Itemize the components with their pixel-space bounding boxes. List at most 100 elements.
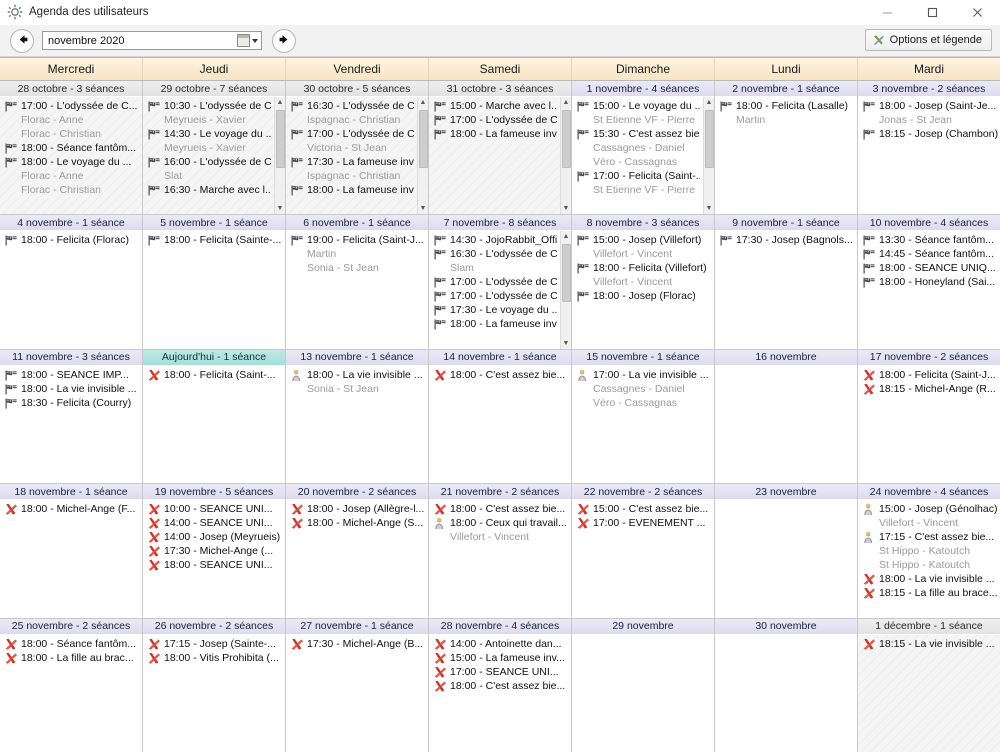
event-item[interactable]: 18:00 - Felicita (Lasalle) [715,99,857,113]
event-item[interactable]: 18:00 - C'est assez bie... [429,679,571,693]
close-icon[interactable] [955,0,1000,24]
day-cell[interactable]: 6 novembre - 1 séance 19:00 - Felicita (S… [286,215,429,349]
day-cell[interactable]: 27 novembre - 1 séance 17:30 - Michel-Ang… [286,618,429,752]
event-item[interactable]: 18:00 - Josep (Florac) [572,289,714,303]
day-cell[interactable]: 1 décembre - 1 séance 18:15 - La vie invi… [858,618,1000,752]
event-item[interactable]: 15:00 - Josep (Génolhac) [858,502,1000,516]
day-cell[interactable]: 28 octobre - 3 séances 17:00 - L'odyssée … [0,81,143,215]
event-item[interactable]: 18:00 - Michel-Ange (S... [286,516,428,530]
event-item[interactable]: 18:00 - SEANCE UNIQ... [858,261,1000,275]
event-item[interactable]: 18:00 - Le voyage du ... [0,155,142,169]
day-cell[interactable]: 17 novembre - 2 séances 18:00 - Felicita … [858,349,1000,484]
event-item[interactable]: 15:30 - C'est assez bie... [572,127,702,141]
event-item[interactable]: 18:00 - Felicita (Florac) [0,233,142,247]
event-item[interactable]: 18:00 - Felicita (Saint-J... [858,368,1000,382]
day-cell[interactable]: 25 novembre - 2 séances 18:00 - Séance fa… [0,618,143,752]
event-item[interactable]: 18:00 - Felicita (Villefort) [572,261,714,275]
day-cell[interactable]: 19 novembre - 5 séances 10:00 - SEANCE UN… [143,484,286,618]
day-cell[interactable]: 10 novembre - 4 séances 13:30 - Séance fa… [858,215,1000,349]
event-item[interactable]: 18:00 - SEANCE UNI... [143,558,285,572]
event-item[interactable]: 18:00 - La vie invisible ... [0,382,142,396]
event-item[interactable]: 18:00 - SEANCE IMP... [0,368,142,382]
event-item[interactable]: 16:30 - Marche avec l... [143,183,273,197]
scroll-up-icon[interactable]: ▲ [274,97,285,108]
event-item[interactable]: 17:00 - Felicita (Saint-... [572,169,702,183]
event-item[interactable]: 17:30 - Le voyage du ... [429,303,559,317]
event-item[interactable]: 18:00 - La fameuse inv... [429,317,559,331]
scroll-down-icon[interactable]: ▼ [274,203,285,215]
event-item[interactable]: 18:15 - Michel-Ange (R... [858,382,1000,396]
day-cell[interactable]: 8 novembre - 3 séances 15:00 - Josep (Vil… [572,215,715,349]
event-item[interactable]: 17:00 - L'odyssée de C... [286,127,416,141]
event-item[interactable]: 17:00 - L'odyssée de C... [429,289,559,303]
day-cell[interactable]: 7 novembre - 8 séances 14:30 - JojoRabbit… [429,215,572,349]
day-cell[interactable]: 18 novembre - 1 séance 18:00 - Michel-Ang… [0,484,143,618]
event-item[interactable]: 18:00 - Michel-Ange (F... [0,502,142,516]
day-cell[interactable]: 21 novembre - 2 séances 18:00 - C'est ass… [429,484,572,618]
scrollbar-thumb[interactable] [561,110,571,168]
day-cell[interactable]: 24 novembre - 4 séances 15:00 - Josep (Gé… [858,484,1000,618]
event-item[interactable]: 18:15 - Josep (Chambon) [858,127,1000,141]
scrollbar-track[interactable] [418,108,429,203]
scroll-up-icon[interactable]: ▲ [703,97,714,108]
day-scrollbar[interactable]: ▲ ▼ [560,97,572,215]
scroll-down-icon[interactable]: ▼ [560,203,571,215]
event-item[interactable]: 18:15 - La fille au brace... [858,586,1000,600]
day-cell[interactable]: 26 novembre - 2 séances 17:15 - Josep (Sa… [143,618,286,752]
scrollbar-thumb[interactable] [561,244,571,303]
day-cell[interactable]: 13 novembre - 1 séance 18:00 - La vie inv… [286,349,429,484]
day-cell[interactable]: 15 novembre - 1 séance 17:00 - La vie inv… [572,349,715,484]
scroll-down-icon[interactable]: ▼ [560,337,571,349]
next-month-button[interactable] [272,28,296,53]
event-item[interactable]: 17:00 - EVENEMENT ... [572,516,714,530]
day-cell[interactable]: 29 octobre - 7 séances 10:30 - L'odyssée … [143,81,286,215]
scroll-down-icon[interactable]: ▼ [417,203,428,215]
event-item[interactable]: 16:30 - L'odyssée de C... [429,247,559,261]
day-cell[interactable]: 30 octobre - 5 séances 16:30 - L'odyssée … [286,81,429,215]
event-item[interactable]: 18:00 - La vie invisible ... [858,572,1000,586]
event-item[interactable]: 17:00 - SEANCE UNI... [429,665,571,679]
event-item[interactable]: 14:00 - Josep (Meyrueis) [143,530,285,544]
scrollbar-thumb[interactable] [704,110,714,168]
day-cell[interactable]: 5 novembre - 1 séance 18:00 - Felicita (S… [143,215,286,349]
event-item[interactable]: 16:30 - L'odyssée de C... [286,99,416,113]
event-item[interactable]: 14:30 - Le voyage du ... [143,127,273,141]
event-item[interactable]: 17:15 - C'est assez bie... [858,530,1000,544]
scrollbar-track[interactable] [704,108,715,203]
event-item[interactable]: 17:15 - Josep (Sainte-... [143,637,285,651]
day-cell[interactable]: 31 octobre - 3 séances 15:00 - Marche ave… [429,81,572,215]
day-cell[interactable]: 11 novembre - 3 séances 18:00 - SEANCE IM… [0,349,143,484]
scrollbar-track[interactable] [561,242,572,337]
event-item[interactable]: 18:00 - La fille au brac... [0,651,142,665]
event-item[interactable]: 17:30 - Josep (Bagnols... [715,233,857,247]
event-item[interactable]: 18:00 - Felicita (Sainte-... [143,233,285,247]
event-item[interactable]: 15:00 - Marche avec l... [429,99,559,113]
event-item[interactable]: 15:00 - C'est assez bie... [572,502,714,516]
previous-month-button[interactable] [10,28,34,53]
event-item[interactable]: 18:00 - La fameuse inv... [286,183,416,197]
maximize-icon[interactable] [910,0,955,24]
event-item[interactable]: 16:00 - L'odyssée de C... [143,155,273,169]
scroll-up-icon[interactable]: ▲ [560,231,571,243]
scrollbar-thumb[interactable] [418,110,428,168]
event-item[interactable]: 18:00 - Ceux qui travail... [429,516,571,530]
event-item[interactable]: 17:30 - Michel-Ange (B... [286,637,428,651]
scrollbar-track[interactable] [275,108,286,203]
day-cell[interactable]: 30 novembre [715,618,858,752]
scrollbar-thumb[interactable] [275,110,285,168]
scroll-up-icon[interactable]: ▲ [417,97,428,108]
day-cell[interactable]: 16 novembre [715,349,858,484]
event-item[interactable]: 17:00 - L'odyssée de C... [429,275,559,289]
day-cell[interactable]: 28 novembre - 4 séances 14:00 - Antoinett… [429,618,572,752]
date-combo[interactable]: novembre 2020 [42,31,262,50]
event-item[interactable]: 18:30 - Felicita (Courry) [0,396,142,410]
event-item[interactable]: 18:00 - Séance fantôm... [0,141,142,155]
event-item[interactable]: 13:30 - Séance fantôm... [858,233,1000,247]
day-cell[interactable]: 2 novembre - 1 séance 18:00 - Felicita (L… [715,81,858,215]
event-item[interactable]: 17:00 - La vie invisible ... [572,368,714,382]
event-item[interactable]: 15:00 - Josep (Villefort) [572,233,714,247]
event-item[interactable]: 18:15 - La vie invisible ... [858,637,1000,651]
scroll-down-icon[interactable]: ▼ [703,203,714,215]
event-item[interactable]: 18:00 - C'est assez bie... [429,368,571,382]
scrollbar-track[interactable] [561,108,572,203]
